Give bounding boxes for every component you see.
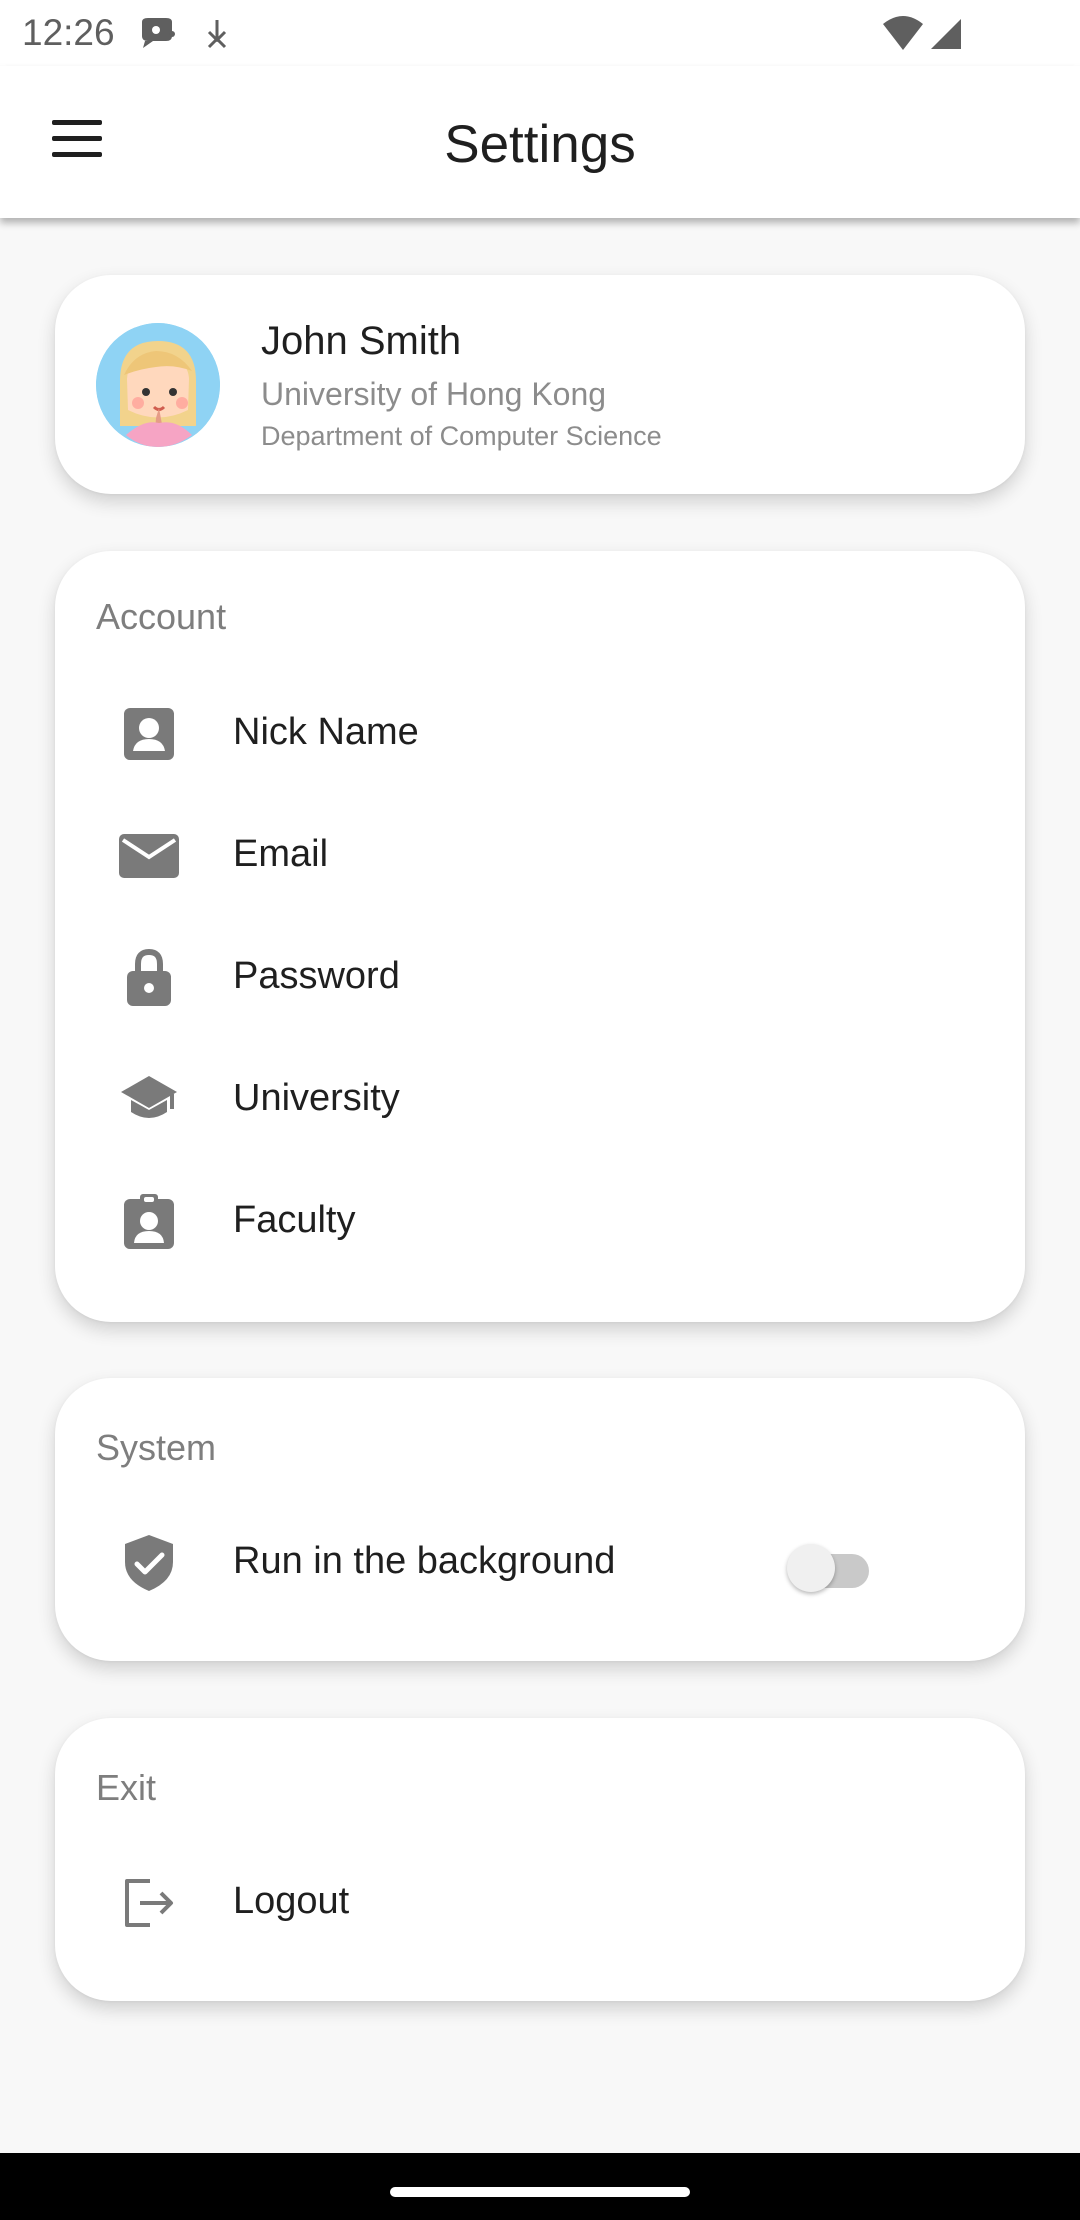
avatar-icon: [96, 323, 220, 447]
section-title-account: Account: [96, 596, 227, 637]
account-card: Account Nick Name Email Password Univers…: [55, 551, 1025, 1322]
person-icon: [124, 708, 174, 760]
profile-university: University of Hong Kong: [261, 376, 607, 412]
settings-row-logout[interactable]: Logout: [95, 1852, 985, 1952]
settings-row-label: Email: [233, 833, 329, 875]
section-title-system: System: [96, 1427, 217, 1468]
settings-row-faculty[interactable]: Faculty: [95, 1171, 985, 1271]
chat-bubble-icon: [142, 18, 175, 48]
settings-row-nick-name[interactable]: Nick Name: [95, 683, 985, 783]
shield-check-icon: [125, 1535, 173, 1591]
exit-card: Exit Logout: [55, 1718, 1025, 2001]
toggle-thumb: [787, 1544, 835, 1592]
profile-department: Department of Computer Science: [261, 421, 662, 451]
run-in-background-toggle[interactable]: [783, 1538, 879, 1596]
status-time: 12:26: [22, 12, 115, 53]
section-title-exit: Exit: [96, 1767, 157, 1808]
app-bar: Settings: [0, 66, 1080, 218]
avatar: [96, 323, 220, 447]
settings-row-email[interactable]: Email: [95, 805, 985, 905]
navigation-bar: [0, 2153, 1080, 2220]
profile-name: John Smith: [261, 319, 462, 363]
profile-card[interactable]: John Smith University of Hong Kong Depar…: [55, 275, 1025, 494]
settings-row-label: Password: [233, 955, 400, 997]
settings-row-university[interactable]: University: [95, 1049, 985, 1149]
system-card: System Run in the background: [55, 1378, 1025, 1661]
school-icon: [121, 1076, 177, 1118]
settings-row-label: Run in the background: [233, 1540, 616, 1582]
settings-row-label: Nick Name: [233, 711, 419, 753]
badge-icon: [124, 1194, 174, 1249]
download-icon: [207, 20, 227, 49]
wifi-icon: [883, 16, 923, 50]
settings-row-label: University: [233, 1077, 400, 1119]
signal-icon: [931, 19, 961, 49]
home-handle[interactable]: [390, 2187, 690, 2197]
page-title: Settings: [444, 115, 636, 174]
settings-row-password[interactable]: Password: [95, 927, 985, 1027]
logout-icon: [125, 1879, 173, 1927]
settings-row-label: Faculty: [233, 1199, 356, 1241]
settings-row-label: Logout: [233, 1880, 350, 1922]
mail-icon: [119, 834, 179, 878]
status-bar: 12:26: [0, 0, 1080, 66]
lock-icon: [127, 948, 171, 1006]
